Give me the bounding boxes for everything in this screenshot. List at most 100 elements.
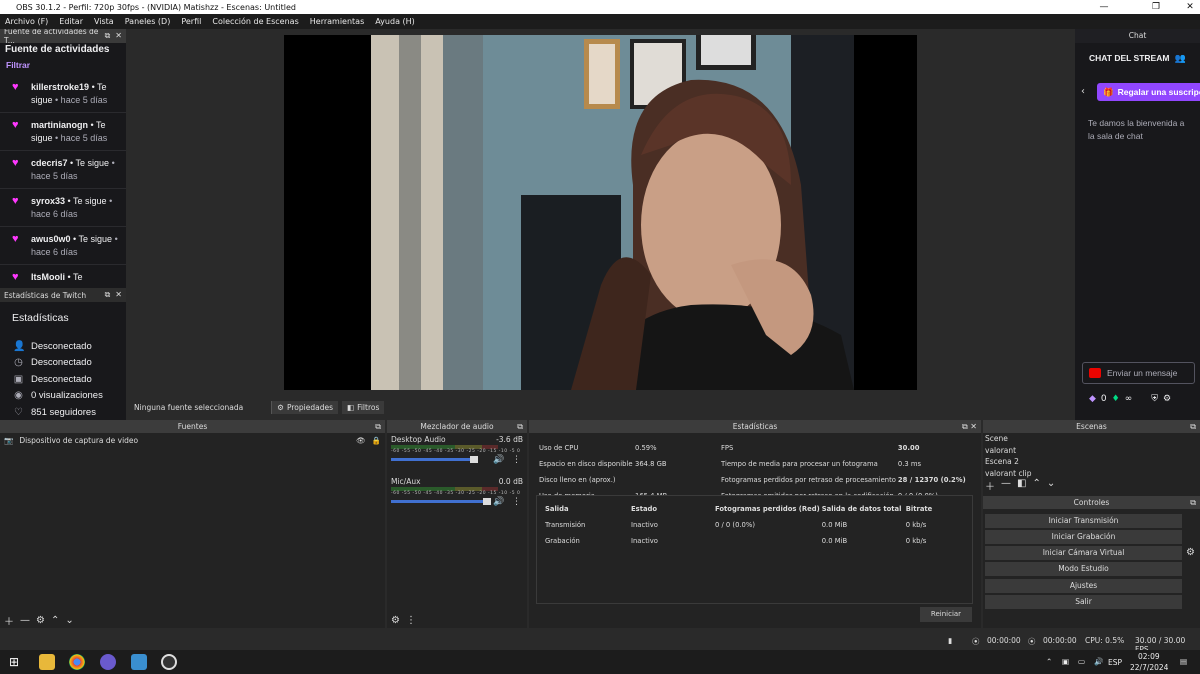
users-icon[interactable]: 👥: [1175, 53, 1186, 63]
up-icon[interactable]: ⌃: [51, 615, 59, 626]
list-item[interactable]: ♥ killerstroke19 • Te sigue • hace 5 días: [0, 75, 126, 113]
tray-icon[interactable]: ▣: [1062, 657, 1069, 666]
more-icon[interactable]: ⋮: [512, 455, 521, 465]
float-icon[interactable]: ⧉: [1190, 420, 1196, 433]
up-icon[interactable]: ⌃: [1032, 478, 1040, 493]
preview-area[interactable]: [126, 29, 1075, 400]
add-icon[interactable]: ＋: [985, 478, 995, 493]
clock-icon: ◷: [14, 357, 23, 369]
speaker-icon[interactable]: 🔊: [493, 497, 504, 507]
close-button[interactable]: ✕: [1172, 0, 1200, 14]
close-icon[interactable]: ✕: [115, 290, 122, 300]
settings-button[interactable]: Ajustes: [985, 579, 1182, 593]
start-virtual-camera-button[interactable]: Iniciar Cámara Virtual: [985, 546, 1182, 560]
float-icon[interactable]: ⧉: [1190, 496, 1196, 509]
menu-help[interactable]: Ayuda (H): [375, 17, 415, 26]
scene-item[interactable]: Scene: [983, 433, 1200, 445]
windows-start-icon[interactable]: ⊞: [9, 655, 19, 669]
speaker-icon[interactable]: 🔊: [493, 455, 504, 465]
stat-label: Tiempo de media para procesar un fotogra…: [721, 460, 878, 468]
scene-item[interactable]: Escena 2: [983, 456, 1200, 468]
more-icon[interactable]: ⋮: [406, 615, 416, 626]
list-item[interactable]: ♥ syrox33 • Te sigue • hace 6 días: [0, 189, 126, 227]
float-icon[interactable]: ⧉: [375, 420, 381, 433]
list-item[interactable]: ♥ martinianogn • Te sigue • hace 5 días: [0, 113, 126, 151]
menu-scene-collection[interactable]: Colección de Escenas: [212, 17, 298, 26]
notification-icon[interactable]: ▤: [1180, 657, 1187, 666]
shield-icon[interactable]: ⛨: [1151, 394, 1158, 404]
bits-icon[interactable]: ♦: [1112, 394, 1120, 404]
taskbar: ⊞ ⌃ ▣ ▭ 🔊 ESP 02:09 22/7/2024 ▤: [0, 650, 1200, 674]
settings-icon[interactable]: ⚙: [1163, 394, 1171, 404]
properties-button[interactable]: ⚙ Propiedades: [271, 400, 338, 414]
filters-button[interactable]: ◧ Filtros: [341, 400, 385, 414]
network-icon[interactable]: ▭: [1078, 657, 1085, 666]
down-icon[interactable]: ⌄: [65, 615, 73, 626]
source-item[interactable]: 📷 Dispositivo de captura de video 👁 🔒: [0, 433, 385, 448]
maximize-button[interactable]: ❐: [1138, 0, 1174, 14]
table-cell: Grabación: [545, 537, 580, 545]
file-explorer-icon[interactable]: [39, 654, 55, 670]
scene-item[interactable]: valorant: [983, 445, 1200, 457]
heart-icon: ♥: [12, 233, 19, 245]
exit-button[interactable]: Salir: [985, 595, 1182, 609]
menu-docks[interactable]: Paneles (D): [125, 17, 171, 26]
clock-time[interactable]: 02:09: [1138, 652, 1160, 661]
remove-icon[interactable]: —: [1001, 478, 1011, 493]
menu-tools[interactable]: Herramientas: [310, 17, 365, 26]
reset-button[interactable]: Reiniciar: [920, 607, 972, 622]
volume-slider[interactable]: [391, 456, 478, 463]
list-item[interactable]: ♥ ItsMooli • Te: [0, 265, 126, 288]
chat-input[interactable]: Enviar un mensaje: [1082, 362, 1195, 384]
controls-title: Controles: [1073, 498, 1110, 507]
clock-date[interactable]: 22/7/2024: [1130, 663, 1168, 672]
list-item[interactable]: ♥ cdecris7 • Te sigue • hace 5 días: [0, 151, 126, 189]
table-cell: 0 kb/s: [905, 521, 927, 529]
chrome-icon[interactable]: [69, 654, 85, 670]
float-icon[interactable]: ⧉: [105, 31, 111, 41]
filter-icon[interactable]: ◧: [1017, 478, 1026, 493]
remove-icon[interactable]: —: [20, 615, 30, 626]
advanced-audio-icon[interactable]: ⚙: [391, 615, 400, 626]
stats-title: Estadísticas: [732, 422, 778, 431]
menu-edit[interactable]: Editar: [59, 17, 83, 26]
menu-file[interactable]: Archivo (F): [5, 17, 48, 26]
volume-icon[interactable]: 🔊: [1094, 657, 1103, 666]
stat-value: 0.59%: [635, 444, 657, 452]
obs-icon[interactable]: [161, 654, 177, 670]
gift-sub-button[interactable]: 🎁Regalar una suscripción: [1097, 83, 1200, 101]
chevron-left-icon[interactable]: ‹: [1081, 86, 1085, 97]
add-icon[interactable]: ＋: [4, 613, 14, 628]
filter-link[interactable]: Filtrar: [0, 55, 126, 75]
gear-icon: ⚙: [277, 402, 284, 412]
minimize-button[interactable]: —: [1086, 0, 1122, 14]
menu-view[interactable]: Vista: [94, 17, 114, 26]
follow-action: • Te: [67, 272, 83, 282]
meter-scale: -60 -55 -50 -45 -40 -35 -30 -25 -20 -15 …: [391, 449, 521, 454]
gear-icon[interactable]: ⚙: [1186, 547, 1195, 558]
language-indicator[interactable]: ESP: [1108, 658, 1122, 667]
down-icon[interactable]: ⌄: [1047, 478, 1055, 493]
list-item[interactable]: ♥ awus0w0 • Te sigue • hace 6 días: [0, 227, 126, 265]
float-icon[interactable]: ⧉: [517, 420, 523, 433]
status-bar: ▮ ⦿ 00:00:00 ⦿ 00:00:00 CPU: 0.5% 30.00 …: [0, 628, 1200, 654]
gear-icon[interactable]: ⚙: [36, 615, 45, 626]
eye-icon[interactable]: 👁: [356, 436, 366, 445]
float-icon[interactable]: ⧉: [105, 290, 111, 300]
start-recording-button[interactable]: Iniciar Grabación: [985, 530, 1182, 544]
float-icon[interactable]: ⧉ ✕: [962, 420, 977, 433]
preview-canvas[interactable]: [284, 35, 917, 390]
app-icon[interactable]: [131, 654, 147, 670]
heart-icon: ♥: [12, 271, 19, 283]
start-streaming-button[interactable]: Iniciar Transmisión: [985, 514, 1182, 528]
tray-chevron-icon[interactable]: ⌃: [1046, 657, 1052, 666]
lock-icon[interactable]: 🔒: [372, 436, 381, 445]
stat-value: 30.00: [897, 444, 920, 452]
menu-profile[interactable]: Perfil: [181, 17, 201, 26]
app-icon[interactable]: [100, 654, 116, 670]
volume-slider[interactable]: [391, 498, 491, 505]
studio-mode-button[interactable]: Modo Estudio: [985, 562, 1182, 576]
close-icon[interactable]: ✕: [115, 31, 122, 41]
meter-scale: -60 -55 -50 -45 -40 -35 -30 -25 -20 -15 …: [391, 491, 521, 496]
more-icon[interactable]: ⋮: [512, 497, 521, 507]
